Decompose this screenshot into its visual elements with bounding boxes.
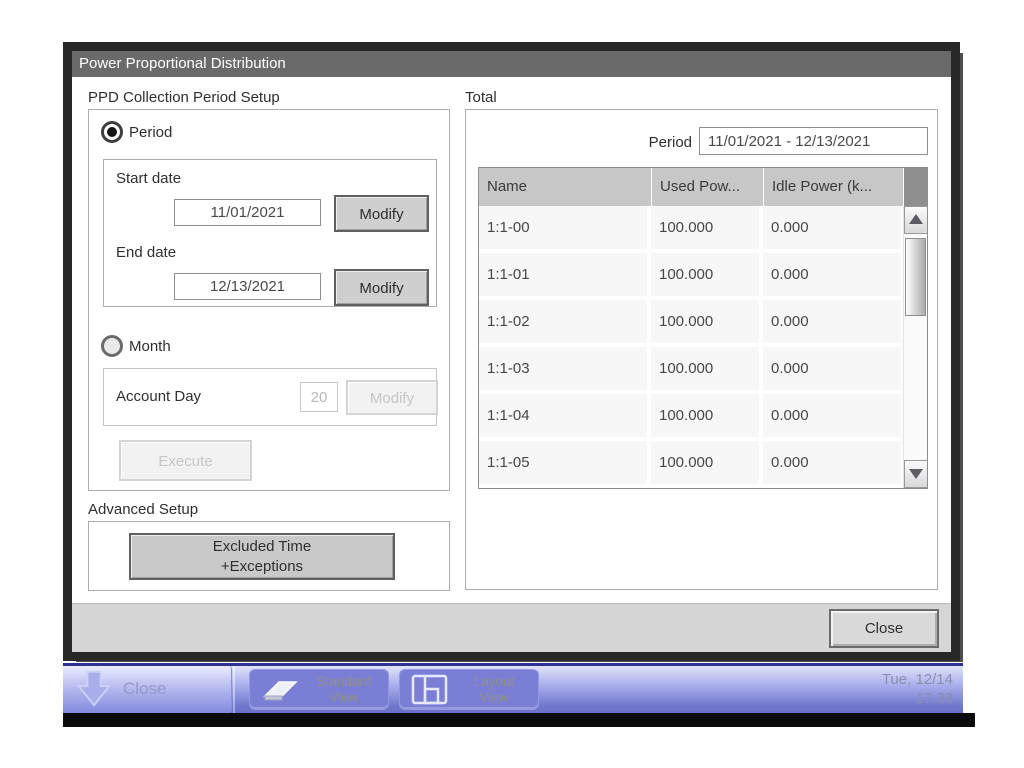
account-day-groupbox: Account Day Modify: [103, 368, 437, 426]
end-date-modify-button[interactable]: Modify: [334, 269, 429, 306]
excluded-time-exceptions-button[interactable]: Excluded Time +Exceptions: [129, 533, 395, 580]
ppd-table: Name Used Pow... Idle Power (k... 1:1-00…: [478, 167, 928, 489]
row-used: 100.000: [651, 441, 759, 484]
row-used: 100.000: [651, 300, 759, 343]
table-scrollbar[interactable]: [903, 206, 927, 488]
standard-view-button[interactable]: Standard View: [249, 669, 389, 710]
row-idle: 0.000: [763, 206, 901, 249]
close-button[interactable]: Close: [829, 609, 939, 648]
table-row[interactable]: 1:1-03 100.000 0.000: [479, 347, 901, 390]
month-radio[interactable]: [101, 335, 123, 357]
header-scrollbar-cell: [903, 168, 927, 206]
dialog-footer-bar: Close: [72, 603, 951, 652]
row-name: 1:1-01: [479, 253, 647, 296]
account-day-label: Account Day: [116, 388, 201, 405]
section-title-total: Total: [465, 89, 497, 106]
collection-period-groupbox: Period Start date Modify End date Modify…: [88, 109, 450, 491]
ppd-dialog: Power Proportional Distribution PPD Coll…: [63, 42, 960, 661]
layout-view-icon: [408, 673, 452, 707]
dialog-title: Power Proportional Distribution: [79, 55, 286, 72]
scroll-down-button[interactable]: [904, 460, 927, 488]
total-groupbox: Period Name Used Pow... Idle Power (k...…: [465, 109, 938, 590]
row-name: 1:1-04: [479, 394, 647, 437]
layout-view-button[interactable]: Layout View: [399, 669, 539, 710]
month-radio-label: Month: [129, 338, 171, 355]
ppd-table-rows: 1:1-00 100.000 0.000 1:1-01 100.000 0.00…: [479, 206, 927, 484]
account-day-input[interactable]: [300, 382, 338, 412]
row-idle: 0.000: [763, 347, 901, 390]
start-date-input[interactable]: [174, 199, 321, 226]
scroll-down-icon: [909, 469, 923, 479]
section-title-collection-period: PPD Collection Period Setup: [88, 89, 280, 106]
ppd-table-body: 1:1-00 100.000 0.000 1:1-01 100.000 0.00…: [479, 206, 927, 488]
total-period-label: Period: [466, 134, 692, 151]
start-date-modify-button[interactable]: Modify: [334, 195, 429, 232]
table-row[interactable]: 1:1-02 100.000 0.000: [479, 300, 901, 343]
excluded-button-line2: +Exceptions: [221, 558, 303, 575]
screen: Power Proportional Distribution PPD Coll…: [0, 0, 1024, 768]
end-date-input[interactable]: [174, 273, 321, 300]
row-used: 100.000: [651, 394, 759, 437]
header-idle-power: Idle Power (k...: [763, 168, 903, 206]
row-used: 100.000: [651, 347, 759, 390]
row-name: 1:1-02: [479, 300, 647, 343]
section-title-advanced-setup: Advanced Setup: [88, 501, 198, 518]
standard-view-label: Standard View: [304, 674, 384, 706]
start-date-label: Start date: [116, 170, 181, 187]
account-day-modify-button[interactable]: Modify: [346, 380, 438, 415]
header-name: Name: [479, 168, 651, 206]
period-radio-label: Period: [129, 124, 172, 141]
scroll-up-button[interactable]: [904, 206, 927, 234]
taskbar-close-label: Close: [123, 666, 166, 711]
row-used: 100.000: [651, 206, 759, 249]
down-arrow-icon: [73, 668, 115, 710]
scrollbar-thumb[interactable]: [905, 238, 926, 316]
advanced-setup-groupbox: Excluded Time +Exceptions: [88, 521, 450, 591]
standard-view-icon: [258, 673, 302, 707]
scroll-up-icon: [909, 214, 923, 224]
row-idle: 0.000: [763, 300, 901, 343]
taskbar-datetime: Tue, 12/14 17:38: [882, 670, 953, 708]
layout-view-line1: Layout: [474, 674, 515, 689]
row-name: 1:1-00: [479, 206, 647, 249]
row-idle: 0.000: [763, 441, 901, 484]
table-row[interactable]: 1:1-00 100.000 0.000: [479, 206, 901, 249]
total-period-input[interactable]: [699, 127, 928, 155]
taskbar-shadow: [63, 713, 975, 727]
period-radio[interactable]: [101, 121, 123, 143]
layout-view-line2: View: [479, 690, 508, 705]
header-used-power: Used Pow...: [651, 168, 763, 206]
date-range-groupbox: Start date Modify End date Modify: [103, 159, 437, 307]
taskbar-time: 17:38: [915, 690, 953, 707]
row-idle: 0.000: [763, 394, 901, 437]
table-row[interactable]: 1:1-05 100.000 0.000: [479, 441, 901, 484]
row-name: 1:1-03: [479, 347, 647, 390]
row-used: 100.000: [651, 253, 759, 296]
end-date-label: End date: [116, 244, 176, 261]
standard-view-line2: View: [329, 690, 358, 705]
taskbar-date: Tue, 12/14: [882, 671, 953, 688]
excluded-button-line1: Excluded Time: [213, 538, 311, 555]
dialog-title-bar: Power Proportional Distribution: [72, 51, 951, 77]
execute-button[interactable]: Execute: [119, 440, 252, 481]
taskbar-close-button[interactable]: Close: [63, 666, 232, 713]
layout-view-label: Layout View: [454, 674, 534, 706]
table-row[interactable]: 1:1-04 100.000 0.000: [479, 394, 901, 437]
taskbar-divider: [233, 666, 235, 713]
table-row[interactable]: 1:1-01 100.000 0.000: [479, 253, 901, 296]
standard-view-line1: Standard: [317, 674, 372, 689]
row-name: 1:1-05: [479, 441, 647, 484]
row-idle: 0.000: [763, 253, 901, 296]
ppd-table-header: Name Used Pow... Idle Power (k...: [479, 168, 927, 206]
taskbar: Close Standard View Layout View: [63, 663, 963, 713]
